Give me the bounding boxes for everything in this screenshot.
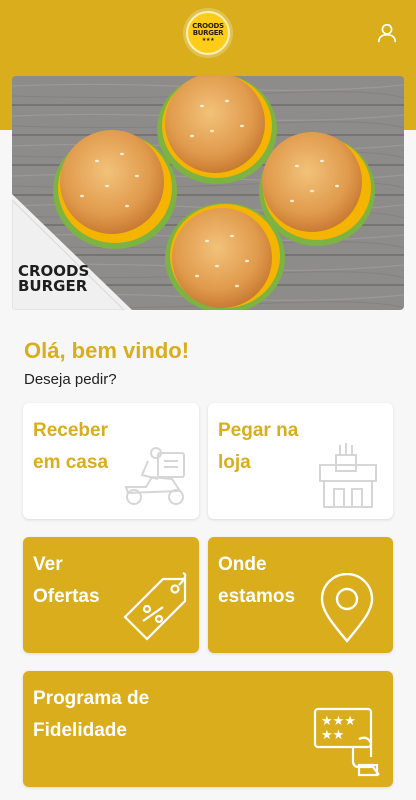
- hero-banner: CROODS BURGER: [12, 76, 404, 310]
- offers-card[interactable]: Ver Ofertas: [23, 537, 199, 653]
- loyalty-card[interactable]: Programa de Fidelidade ★★★ ★★: [23, 671, 393, 787]
- user-icon: [377, 23, 397, 43]
- order-question: Deseja pedir?: [24, 371, 117, 388]
- delivery-card[interactable]: Receber em casa: [23, 403, 199, 519]
- logo-stars: ★★★: [201, 37, 215, 43]
- offers-label: Ver Ofertas: [33, 554, 100, 607]
- user-profile-button[interactable]: [372, 18, 402, 48]
- pickup-card[interactable]: Pegar na loja: [208, 403, 393, 519]
- hero-logo-line2: BURGER: [18, 277, 88, 295]
- hero-logo: CROODS BURGER: [18, 264, 89, 295]
- locations-label: Onde estamos: [218, 554, 296, 607]
- welcome-title: Olá, bem vindo!: [24, 338, 190, 363]
- croods-burger-logo[interactable]: CROODS BURGER ★★★: [186, 11, 230, 55]
- delivery-label: Receber em casa: [33, 420, 109, 473]
- pickup-label: Pegar na loja: [218, 420, 299, 473]
- loyalty-label: Programa de Fidelidade: [33, 688, 150, 741]
- logo-text-line2: BURGER: [192, 29, 224, 37]
- locations-card[interactable]: Onde estamos: [208, 537, 393, 653]
